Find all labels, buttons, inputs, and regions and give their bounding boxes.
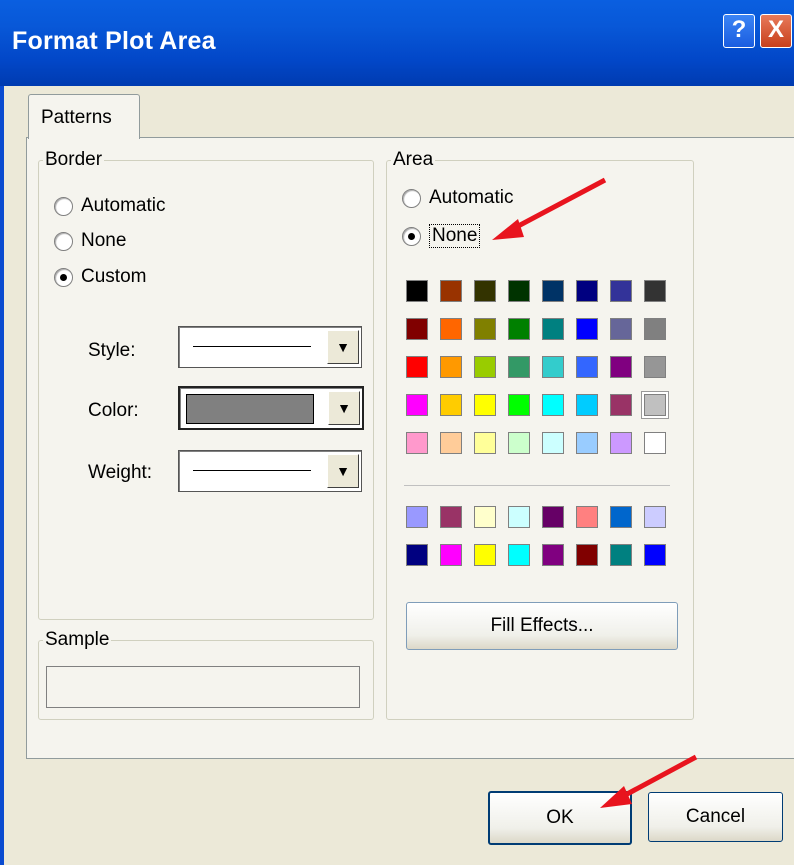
color-swatch[interactable]	[576, 280, 598, 302]
color-swatch[interactable]	[440, 356, 462, 378]
color-swatch[interactable]	[474, 356, 496, 378]
radio-indicator-checked	[402, 226, 421, 246]
color-swatch[interactable]	[576, 356, 598, 378]
border-automatic-radio[interactable]: Automatic	[54, 195, 165, 217]
color-swatch[interactable]	[610, 432, 632, 454]
style-label: Style:	[88, 340, 136, 361]
help-button[interactable]: ?	[723, 14, 755, 48]
color-swatch[interactable]	[610, 318, 632, 340]
close-button[interactable]: X	[760, 14, 792, 48]
color-swatch[interactable]	[474, 280, 496, 302]
color-swatch[interactable]	[508, 280, 530, 302]
color-swatch[interactable]	[542, 544, 564, 566]
color-swatch[interactable]	[644, 280, 666, 302]
color-dropdown[interactable]: ▼	[178, 386, 364, 430]
color-swatch[interactable]	[644, 544, 666, 566]
color-swatch[interactable]	[406, 394, 428, 416]
border-custom-radio[interactable]: Custom	[54, 266, 146, 288]
color-label: Color:	[88, 400, 139, 421]
color-swatch[interactable]	[406, 506, 428, 528]
color-swatch[interactable]	[542, 318, 564, 340]
color-swatch[interactable]	[508, 394, 530, 416]
tab-patterns-label: Patterns	[41, 107, 112, 128]
color-swatch[interactable]	[508, 432, 530, 454]
color-swatch[interactable]	[406, 356, 428, 378]
annotation-arrow-none	[492, 177, 607, 240]
sample-preview	[46, 666, 360, 708]
color-swatch[interactable]	[508, 356, 530, 378]
window-frame-edge	[0, 86, 4, 865]
color-swatch[interactable]	[610, 356, 632, 378]
palette-divider	[404, 485, 670, 486]
title-bar: Format Plot Area ? X	[0, 0, 794, 86]
chevron-down-icon[interactable]: ▼	[328, 391, 360, 425]
weight-dropdown[interactable]: ▼	[178, 450, 362, 492]
color-swatch[interactable]	[644, 356, 666, 378]
style-dropdown[interactable]: ▼	[178, 326, 362, 368]
radio-indicator	[54, 231, 73, 251]
line-style-preview	[193, 346, 311, 347]
color-swatch[interactable]	[610, 506, 632, 528]
area-legend: Area	[391, 149, 436, 171]
color-swatch[interactable]	[474, 318, 496, 340]
color-swatch[interactable]	[474, 394, 496, 416]
color-swatch[interactable]	[508, 506, 530, 528]
color-swatch[interactable]	[406, 280, 428, 302]
annotation-arrow-ok	[600, 754, 698, 808]
color-swatch[interactable]	[542, 280, 564, 302]
border-none-label: None	[81, 230, 127, 251]
line-weight-preview	[193, 470, 311, 471]
radio-indicator	[54, 196, 73, 216]
color-swatch[interactable]	[440, 506, 462, 528]
color-swatch[interactable]	[440, 318, 462, 340]
color-swatch[interactable]	[440, 394, 462, 416]
color-swatch[interactable]	[474, 506, 496, 528]
color-swatch[interactable]	[610, 280, 632, 302]
border-automatic-label: Automatic	[81, 195, 166, 216]
color-swatch[interactable]	[576, 544, 598, 566]
chevron-down-icon[interactable]: ▼	[327, 330, 359, 364]
border-none-radio[interactable]: None	[54, 230, 126, 252]
border-legend: Border	[43, 149, 105, 171]
color-preview	[186, 394, 314, 424]
color-swatch[interactable]	[576, 394, 598, 416]
color-swatch[interactable]	[440, 544, 462, 566]
area-none-radio[interactable]: None	[402, 224, 481, 248]
weight-label: Weight:	[88, 462, 153, 483]
color-swatch[interactable]	[440, 280, 462, 302]
color-swatch[interactable]	[440, 432, 462, 454]
color-swatch[interactable]	[406, 544, 428, 566]
color-swatch[interactable]	[542, 356, 564, 378]
color-swatch[interactable]	[610, 394, 632, 416]
color-swatch[interactable]	[542, 432, 564, 454]
fill-effects-button[interactable]: Fill Effects...	[406, 602, 678, 650]
color-swatch[interactable]	[642, 392, 668, 418]
color-swatch[interactable]	[610, 544, 632, 566]
radio-indicator	[402, 188, 421, 208]
area-none-label: None	[429, 224, 481, 248]
radio-indicator-checked	[54, 267, 73, 287]
chevron-down-icon[interactable]: ▼	[327, 454, 359, 488]
color-swatch[interactable]	[576, 318, 598, 340]
border-custom-label: Custom	[81, 266, 147, 287]
color-swatch[interactable]	[474, 432, 496, 454]
color-swatch[interactable]	[576, 432, 598, 454]
color-swatch[interactable]	[644, 432, 666, 454]
dialog-title: Format Plot Area	[12, 27, 216, 55]
sample-legend: Sample	[43, 629, 112, 651]
color-swatch[interactable]	[542, 506, 564, 528]
color-swatch[interactable]	[406, 432, 428, 454]
color-swatch[interactable]	[644, 506, 666, 528]
color-swatch[interactable]	[542, 394, 564, 416]
color-swatch[interactable]	[576, 506, 598, 528]
color-swatch[interactable]	[406, 318, 428, 340]
color-swatch[interactable]	[508, 544, 530, 566]
color-swatch[interactable]	[644, 318, 666, 340]
color-swatch[interactable]	[474, 544, 496, 566]
color-swatch[interactable]	[508, 318, 530, 340]
tab-patterns[interactable]: Patterns	[28, 94, 140, 139]
